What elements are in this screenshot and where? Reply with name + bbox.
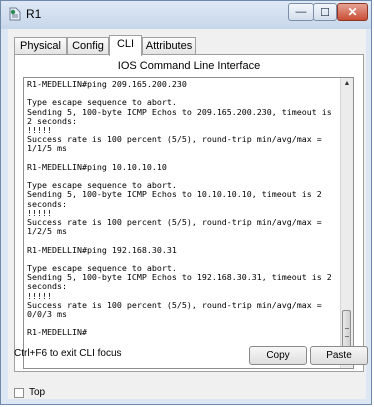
maximize-icon: ☐ <box>320 6 330 19</box>
top-checkbox[interactable] <box>14 388 24 398</box>
bottom-bar: Top <box>8 383 366 399</box>
maximize-button[interactable]: ☐ <box>313 3 337 21</box>
window-client-area: Physical Config CLI Attributes IOS Comma… <box>8 29 368 399</box>
title-bar[interactable]: R1 — ☐ ✕ <box>1 1 371 29</box>
console-scrollbar[interactable]: ▲ ▼ <box>340 78 353 368</box>
close-icon: ✕ <box>347 5 358 19</box>
minimize-icon: — <box>295 6 307 18</box>
cli-output[interactable]: R1-MEDELLIN#ping 209.165.200.230 Type es… <box>27 79 341 338</box>
cli-tab-panel: IOS Command Line Interface R1-MEDELLIN#p… <box>14 54 364 372</box>
tab-physical[interactable]: Physical <box>14 37 67 55</box>
window-title: R1 <box>26 7 42 21</box>
tab-config[interactable]: Config <box>67 37 109 55</box>
copy-button[interactable]: Copy <box>249 346 307 365</box>
close-button[interactable]: ✕ <box>337 3 368 21</box>
router-window: R1 — ☐ ✕ Physical Config CLI Attributes … <box>0 0 372 405</box>
cli-console[interactable]: R1-MEDELLIN#ping 209.165.200.230 Type es… <box>23 77 354 369</box>
scroll-grip-icon <box>345 328 349 337</box>
paste-button[interactable]: Paste <box>310 346 368 365</box>
tab-cli[interactable]: CLI <box>109 35 142 56</box>
top-checkbox-label: Top <box>29 387 46 398</box>
router-app-icon <box>9 7 21 21</box>
cli-focus-hint: Ctrl+F6 to exit CLI focus <box>14 348 122 359</box>
cli-header: IOS Command Line Interface <box>117 60 261 72</box>
tab-attributes[interactable]: Attributes <box>142 37 196 55</box>
minimize-button[interactable]: — <box>288 3 314 21</box>
scroll-up-icon[interactable]: ▲ <box>341 78 353 90</box>
